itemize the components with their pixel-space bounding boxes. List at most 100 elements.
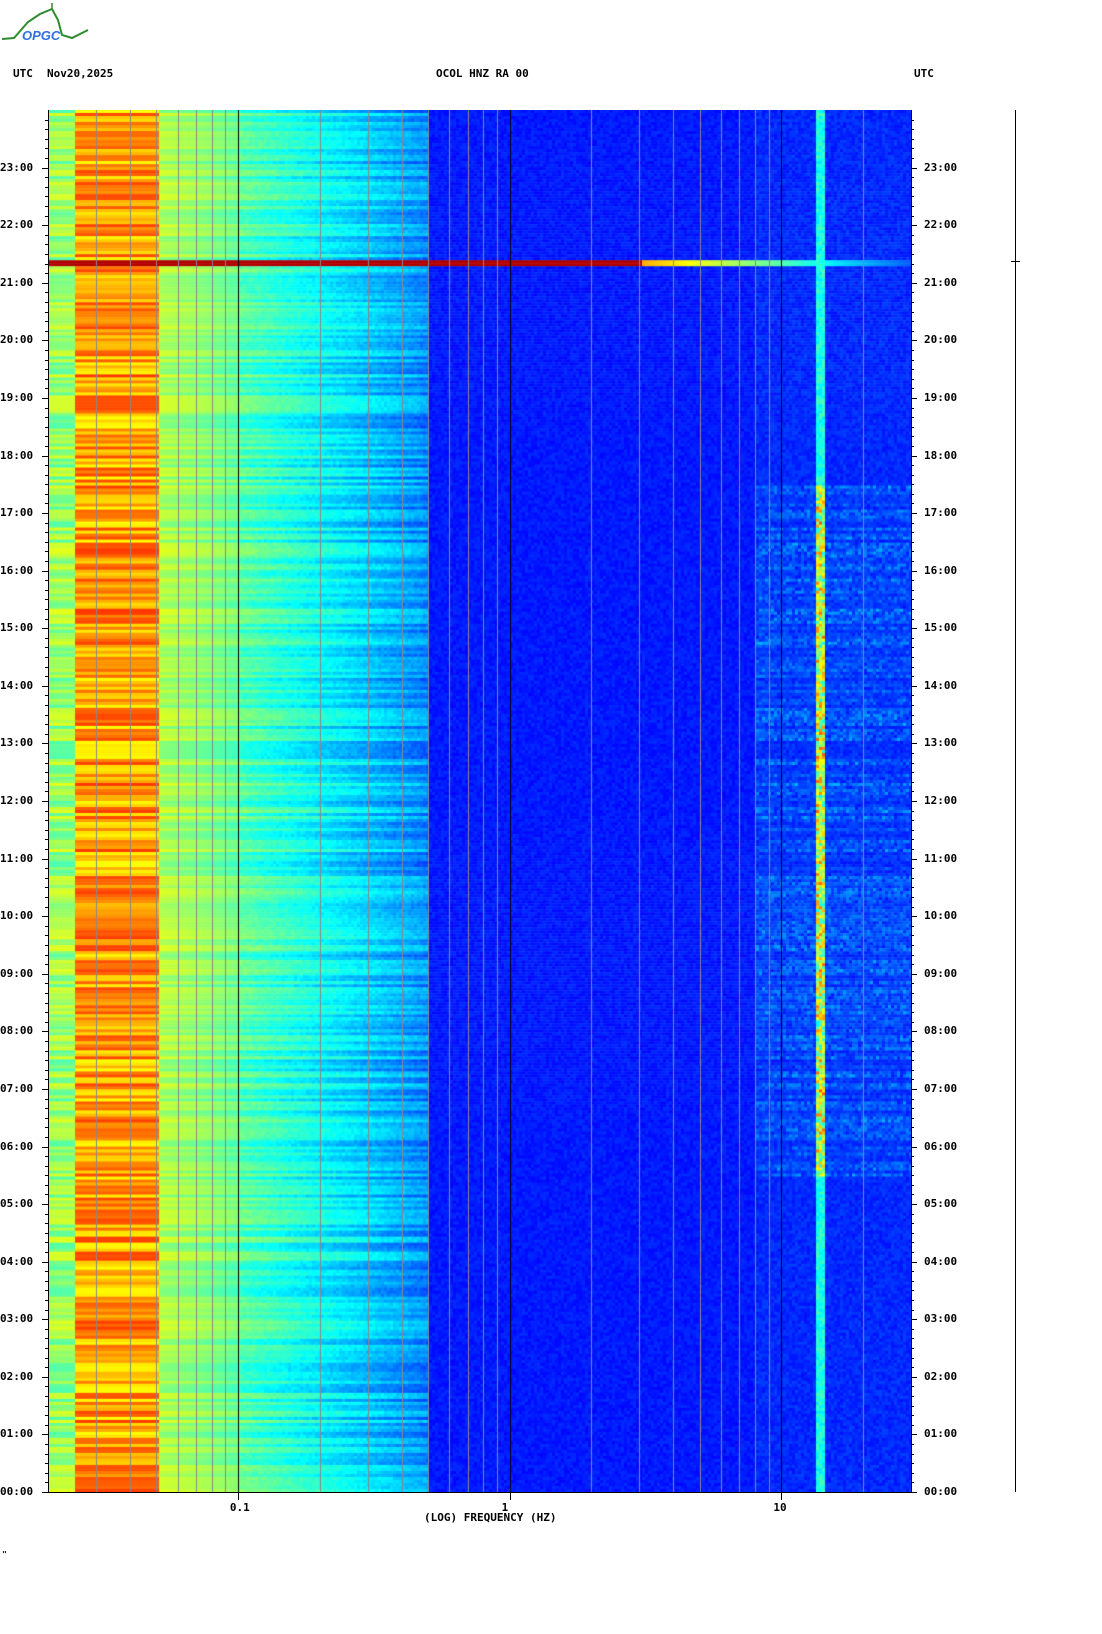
y-minor-tick [45, 292, 48, 294]
y-minor-tick [45, 330, 48, 332]
y-minor-tick-right [911, 906, 914, 908]
y-minor-tick [45, 1280, 48, 1282]
y-minor-tick [45, 369, 48, 371]
y-minor-tick-right [911, 1472, 914, 1474]
y-minor-tick-right [911, 618, 914, 620]
x-tick [509, 1492, 511, 1500]
y-minor-tick [45, 954, 48, 956]
y-minor-tick-right [911, 138, 914, 140]
y-tick-label-right: 03:00 [924, 1312, 958, 1326]
y-minor-tick-right [911, 445, 914, 447]
y-minor-tick-right [911, 148, 914, 150]
y-minor-tick [45, 138, 48, 140]
y-minor-tick [45, 148, 48, 150]
y-minor-tick-right [911, 868, 914, 870]
y-minor-tick [45, 1012, 48, 1014]
y-minor-tick [45, 205, 48, 207]
y-minor-tick [45, 1424, 48, 1426]
y-minor-tick-right [911, 609, 914, 611]
y-tick-right [911, 685, 917, 687]
y-minor-tick-right [911, 695, 914, 697]
y-minor-tick-right [911, 1280, 914, 1282]
y-minor-tick [45, 935, 48, 937]
y-minor-tick [45, 820, 48, 822]
y-minor-tick-right [911, 1098, 914, 1100]
y-minor-tick-right [911, 992, 914, 994]
y-tick-right [911, 570, 917, 572]
y-minor-tick-right [911, 1357, 914, 1359]
y-tick [42, 225, 48, 227]
y-minor-tick [45, 1002, 48, 1004]
y-minor-tick [45, 196, 48, 198]
y-tick-label-right: 12:00 [924, 794, 958, 807]
y-minor-tick [45, 378, 48, 380]
y-minor-tick-right [911, 1079, 914, 1081]
y-minor-tick-right [911, 234, 914, 236]
y-tick-label-left: 23:00 [0, 160, 34, 174]
y-minor-tick-right [911, 186, 914, 188]
y-minor-tick [45, 609, 48, 611]
y-minor-tick [45, 599, 48, 601]
y-minor-tick [45, 848, 48, 850]
y-minor-tick [45, 1184, 48, 1186]
y-minor-tick-right [911, 839, 914, 841]
y-minor-tick [45, 1242, 48, 1244]
y-minor-tick [45, 944, 48, 946]
y-minor-tick [45, 474, 48, 476]
y-minor-tick [45, 695, 48, 697]
date-label: Nov20,2025 [47, 67, 114, 80]
y-minor-tick [45, 1405, 48, 1407]
y-minor-tick [45, 1223, 48, 1225]
y-minor-tick [45, 426, 48, 428]
y-minor-tick-right [911, 676, 914, 678]
y-minor-tick [45, 561, 48, 563]
y-minor-tick [45, 321, 48, 323]
y-tick [42, 1434, 48, 1436]
y-tick-label-left: 16:00 [0, 563, 34, 577]
y-tick-right [911, 1376, 917, 1378]
y-tick [42, 1088, 48, 1090]
y-minor-tick-right [911, 1223, 914, 1225]
y-minor-tick-right [911, 753, 914, 754]
y-tick-right [911, 743, 917, 745]
y-minor-tick [45, 186, 48, 188]
y-tick-label-left: 05:00 [0, 1197, 34, 1211]
y-tick-label-right: 09:00 [924, 966, 958, 980]
y-tick-label-left: 06:00 [0, 1139, 34, 1153]
y-minor-tick-right [911, 925, 914, 927]
y-tick [42, 916, 48, 918]
y-minor-tick-right [911, 781, 914, 783]
y-minor-tick-right [911, 964, 914, 966]
y-minor-tick [45, 992, 48, 994]
y-tick [42, 1376, 48, 1378]
y-minor-tick-right [911, 1290, 914, 1292]
y-tick-label-right: 17:00 [924, 506, 958, 520]
y-minor-tick-right [911, 1242, 914, 1244]
y-minor-tick-right [911, 1415, 914, 1417]
y-tick-label-right: 08:00 [924, 1024, 958, 1038]
y-minor-tick [45, 964, 48, 966]
y-tick-right [911, 1204, 917, 1206]
y-minor-tick [45, 407, 48, 409]
y-tick-label-left: 01:00 [0, 1427, 34, 1441]
y-tick [42, 397, 48, 399]
x-tick-label: 10 [773, 1501, 787, 1514]
y-minor-tick [45, 724, 48, 726]
y-minor-tick-right [911, 1453, 914, 1455]
y-minor-tick-right [911, 1252, 914, 1254]
y-minor-tick [45, 359, 48, 361]
left-axis-line [48, 110, 49, 1492]
y-minor-tick [45, 465, 48, 467]
y-minor-tick-right [911, 1127, 914, 1129]
y-minor-tick-right [911, 273, 914, 275]
y-minor-tick [45, 1021, 48, 1023]
y-minor-tick-right [911, 983, 914, 985]
y-minor-tick-right [911, 1396, 914, 1398]
x-axis-label: (LOG) FREQUENCY (HZ) [424, 1511, 557, 1524]
y-minor-tick-right [911, 561, 914, 563]
y-tick-label-right: 11:00 [924, 851, 958, 865]
y-minor-tick [45, 1386, 48, 1388]
y-minor-tick-right [911, 522, 914, 524]
y-minor-tick-right [911, 896, 914, 898]
y-minor-tick [45, 657, 48, 659]
